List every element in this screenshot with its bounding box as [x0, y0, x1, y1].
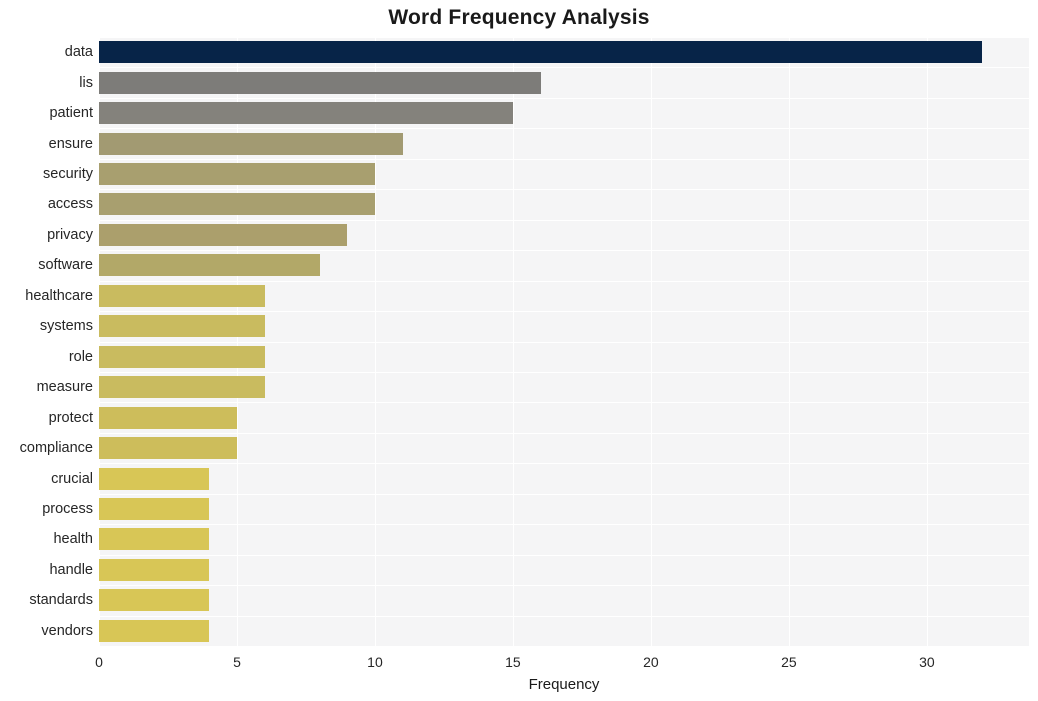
x-tick-label: 30: [919, 654, 935, 670]
x-axis: Frequency 0 5 10 15 20 25 30: [0, 646, 1038, 701]
x-tick-label: 5: [233, 654, 241, 670]
y-tick-label: patient: [0, 102, 93, 124]
y-tick-label: handle: [0, 559, 93, 581]
bar: [99, 102, 513, 124]
y-tick-label: protect: [0, 407, 93, 429]
y-tick-label: access: [0, 193, 93, 215]
bar: [99, 41, 982, 63]
x-axis-title: Frequency: [99, 676, 1029, 693]
y-tick-label: standards: [0, 589, 93, 611]
y-tick-label: compliance: [0, 437, 93, 459]
chart-figure: Word Frequency Analysis data lis patient en…: [0, 0, 1038, 701]
x-tick-label: 10: [367, 654, 383, 670]
y-tick-label: health: [0, 528, 93, 550]
x-tick-label: 0: [95, 654, 103, 670]
chart-title: Word Frequency Analysis: [0, 6, 1038, 30]
bar: [99, 498, 209, 520]
bar: [99, 346, 265, 368]
bar: [99, 468, 209, 490]
bar: [99, 315, 265, 337]
bar: [99, 376, 265, 398]
bar: [99, 437, 237, 459]
y-tick-label: systems: [0, 315, 93, 337]
y-tick-label: vendors: [0, 620, 93, 642]
x-tick-label: 25: [781, 654, 797, 670]
y-axis: data lis patient ensure security access privac…: [0, 37, 93, 646]
bar: [99, 254, 320, 276]
y-tick-label: lis: [0, 72, 93, 94]
bar: [99, 559, 209, 581]
y-tick-label: crucial: [0, 468, 93, 490]
y-tick-label: privacy: [0, 224, 93, 246]
bars-layer: [99, 37, 1029, 646]
bar: [99, 407, 237, 429]
y-tick-label: ensure: [0, 133, 93, 155]
plot-area: [99, 37, 1029, 646]
bar: [99, 193, 375, 215]
bar: [99, 224, 347, 246]
bar: [99, 285, 265, 307]
y-tick-label: measure: [0, 376, 93, 398]
bar: [99, 72, 541, 94]
bar: [99, 620, 209, 642]
x-tick-label: 20: [643, 654, 659, 670]
x-tick-label: 15: [505, 654, 521, 670]
bar: [99, 133, 403, 155]
y-tick-label: process: [0, 498, 93, 520]
y-tick-label: role: [0, 346, 93, 368]
y-tick-label: healthcare: [0, 285, 93, 307]
bar: [99, 163, 375, 185]
y-tick-label: software: [0, 254, 93, 276]
y-tick-label: security: [0, 163, 93, 185]
bar: [99, 589, 209, 611]
bar: [99, 528, 209, 550]
y-tick-label: data: [0, 41, 93, 63]
